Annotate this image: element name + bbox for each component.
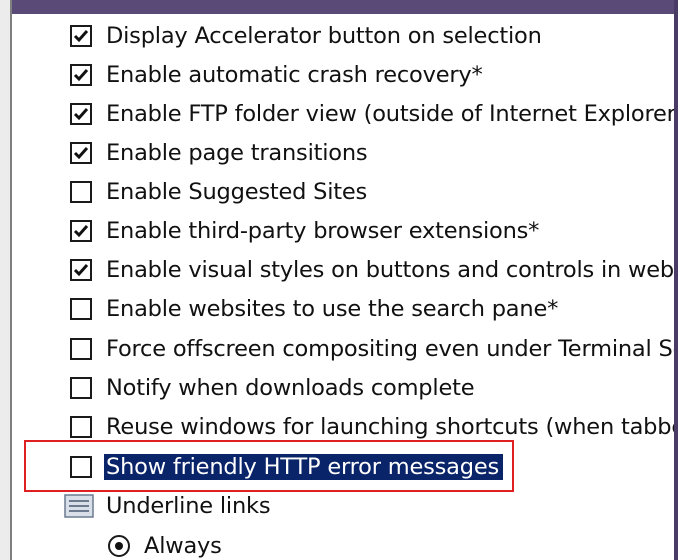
option-label: Enable automatic crash recovery* (106, 61, 483, 88)
checkmark-icon (73, 263, 89, 276)
checkbox-offscreen-compositing[interactable] (70, 337, 92, 360)
radio-label: Always (144, 532, 222, 559)
option-search-pane[interactable]: Enable websites to use the search pane* (12, 289, 674, 328)
option-ftp-folder-view[interactable]: Enable FTP folder view (outside of Inter… (12, 94, 674, 133)
group-label: Underline links (106, 492, 271, 519)
checkbox-reuse-windows[interactable] (70, 415, 92, 438)
option-visual-styles[interactable]: Enable visual styles on buttons and cont… (12, 250, 674, 289)
checkmark-icon (73, 68, 89, 81)
checkmark-icon (73, 224, 89, 237)
checkbox-display-accelerator[interactable] (70, 24, 92, 47)
annotation-highlight-box (24, 440, 514, 492)
window-left-frame (0, 0, 12, 560)
option-label: Enable page transitions (106, 139, 368, 166)
radio-button-always[interactable] (108, 534, 130, 557)
option-label: Display Accelerator button on selection (106, 22, 542, 49)
checkbox-search-pane[interactable] (70, 297, 92, 320)
option-offscreen-compositing[interactable]: Force offscreen compositing even under T… (12, 329, 674, 368)
checkmark-icon (73, 107, 89, 120)
checkmark-icon (73, 146, 89, 159)
checkbox-visual-styles[interactable] (70, 258, 92, 281)
option-notify-downloads[interactable]: Notify when downloads complete (12, 368, 674, 407)
checkmark-icon (73, 29, 89, 42)
settings-group-icon (64, 493, 94, 518)
window-top-edge (0, 0, 678, 14)
checkbox-ftp-folder-view[interactable] (70, 102, 92, 125)
option-crash-recovery[interactable]: Enable automatic crash recovery* (12, 55, 674, 94)
checkbox-crash-recovery[interactable] (70, 63, 92, 86)
option-third-party-extensions[interactable]: Enable third-party browser extensions* (12, 211, 674, 250)
option-label: Notify when downloads complete (106, 374, 475, 401)
checkbox-third-party-extensions[interactable] (70, 219, 92, 242)
option-suggested-sites[interactable]: Enable Suggested Sites (12, 172, 674, 211)
checkbox-notify-downloads[interactable] (70, 376, 92, 399)
window-right-frame (674, 0, 678, 560)
checkbox-suggested-sites[interactable] (70, 180, 92, 203)
option-label: Enable websites to use the search pane* (106, 295, 559, 322)
option-label: Enable Suggested Sites (106, 178, 368, 205)
option-label: Force offscreen compositing even under T… (106, 335, 674, 362)
checkbox-page-transitions[interactable] (70, 141, 92, 164)
option-label: Enable visual styles on buttons and cont… (106, 256, 674, 283)
option-label: Enable FTP folder view (outside of Inter… (106, 100, 674, 127)
option-display-accelerator[interactable]: Display Accelerator button on selection (12, 16, 674, 55)
option-page-transitions[interactable]: Enable page transitions (12, 133, 674, 172)
radio-always[interactable]: Always (12, 526, 674, 560)
option-label: Enable third-party browser extensions* (106, 217, 540, 244)
option-label: Reuse windows for launching shortcuts (w… (106, 413, 674, 440)
